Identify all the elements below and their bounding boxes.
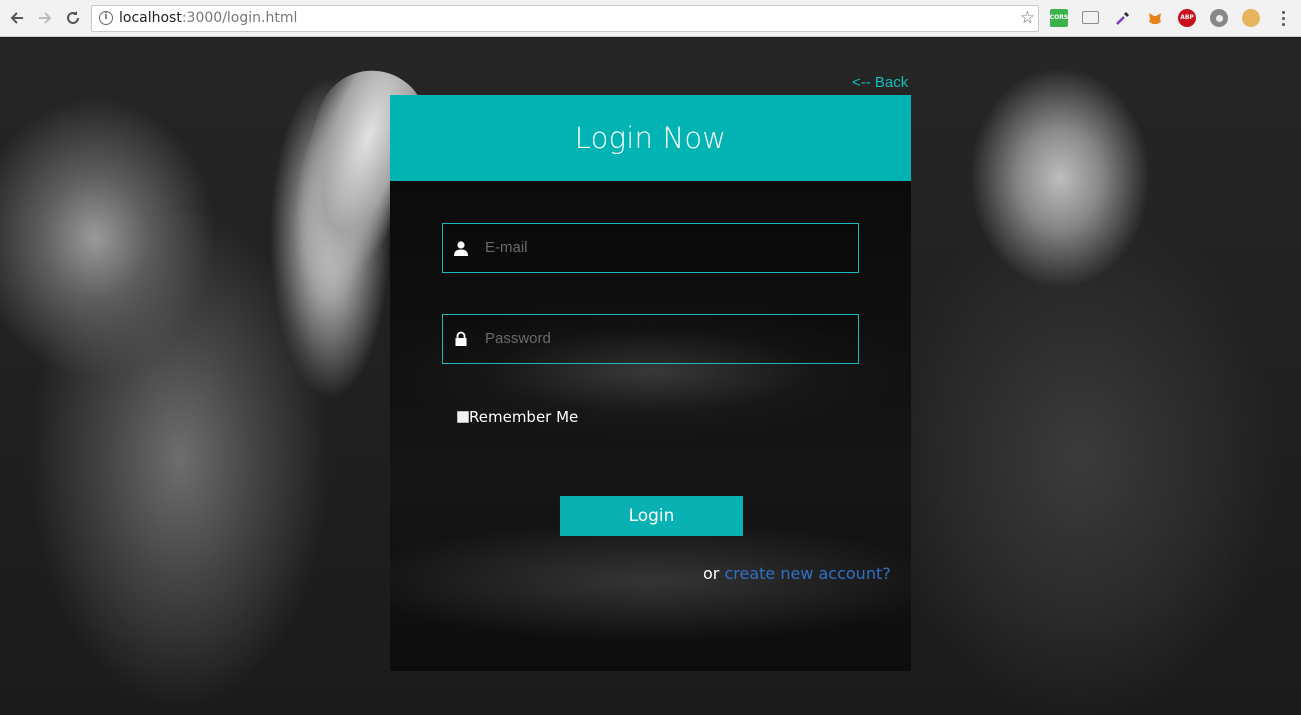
- lock-icon: [453, 331, 469, 347]
- password-input[interactable]: [485, 315, 845, 363]
- adblock-plus-icon[interactable]: ABP: [1178, 9, 1196, 27]
- create-account-link[interactable]: create new account?: [724, 564, 890, 583]
- user-icon: [453, 240, 469, 256]
- metamask-icon[interactable]: [1146, 9, 1164, 27]
- login-button[interactable]: Login: [560, 496, 743, 536]
- cors-icon[interactable]: CORS: [1050, 9, 1068, 27]
- cookie-icon[interactable]: [1242, 9, 1260, 27]
- address-url: localhost:3000/login.html: [119, 10, 298, 26]
- email-field[interactable]: [442, 223, 859, 273]
- browser-toolbar: i localhost:3000/login.html ☆ CORS ABP: [0, 0, 1301, 37]
- back-link[interactable]: <-- Back: [852, 74, 908, 92]
- remember-me-checkbox[interactable]: [457, 411, 469, 423]
- cast-icon[interactable]: [1082, 11, 1099, 24]
- forward-arrow-icon[interactable]: [34, 7, 56, 29]
- address-bar[interactable]: i localhost:3000/login.html ☆: [91, 5, 1039, 32]
- password-field[interactable]: [442, 314, 859, 364]
- create-account-prefix: or: [703, 564, 725, 583]
- page-title: Login Now: [574, 121, 727, 155]
- bookmark-star-icon[interactable]: ☆: [1020, 8, 1035, 28]
- create-account-row: or create new account?: [703, 564, 891, 584]
- site-info-icon[interactable]: i: [99, 11, 113, 25]
- card-header: Login Now: [390, 95, 911, 181]
- back-arrow-icon[interactable]: [6, 7, 28, 29]
- browser-menu-icon[interactable]: [1278, 9, 1288, 27]
- remember-me: Remember Me: [457, 408, 578, 426]
- extension-icon[interactable]: [1210, 9, 1228, 27]
- email-input[interactable]: [485, 224, 845, 272]
- reload-icon[interactable]: [62, 7, 84, 29]
- login-card: Login Now Remember Me Login or create ne…: [390, 95, 911, 671]
- remember-me-label: Remember Me: [469, 408, 579, 426]
- eyedropper-icon[interactable]: [1114, 9, 1132, 27]
